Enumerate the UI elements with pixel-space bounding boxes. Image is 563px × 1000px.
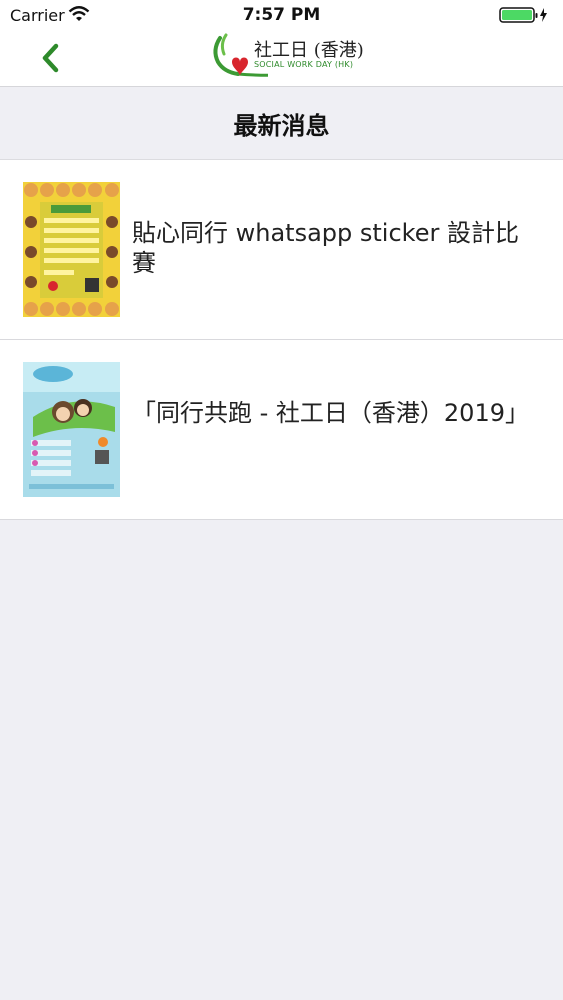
status-bar: Carrier 7:57 PM <box>0 0 563 30</box>
battery-icon <box>499 7 547 23</box>
list-item[interactable]: 「同行共跑 - 社工日（香港）2019」 <box>0 340 563 520</box>
section-header: 最新消息 <box>0 87 563 160</box>
logo-subtitle: SOCIAL WORK DAY (HK) <box>254 60 354 69</box>
app-logo: 社工日 (香港) SOCIAL WORK DAY (HK) <box>208 30 364 86</box>
run-poster-thumbnail <box>23 362 120 497</box>
news-title: 貼心同行 whatsapp sticker 設計比賽 <box>132 219 519 277</box>
back-chevron-icon[interactable] <box>34 38 74 78</box>
sticker-poster-thumbnail <box>23 182 120 317</box>
navigation-bar: 社工日 (香港) SOCIAL WORK DAY (HK) <box>0 30 563 87</box>
logo-title: 社工日 (香港) <box>254 40 364 61</box>
list-item[interactable]: 貼心同行 whatsapp sticker 設計比賽 <box>0 160 563 340</box>
news-title: 「同行共跑 - 社工日（香港）2019」 <box>132 399 529 427</box>
page-title: 最新消息 <box>233 111 330 140</box>
news-list: 貼心同行 whatsapp sticker 設計比賽 「同行共跑 - 社工日（香… <box>0 160 563 520</box>
clock: 7:57 PM <box>242 5 321 25</box>
